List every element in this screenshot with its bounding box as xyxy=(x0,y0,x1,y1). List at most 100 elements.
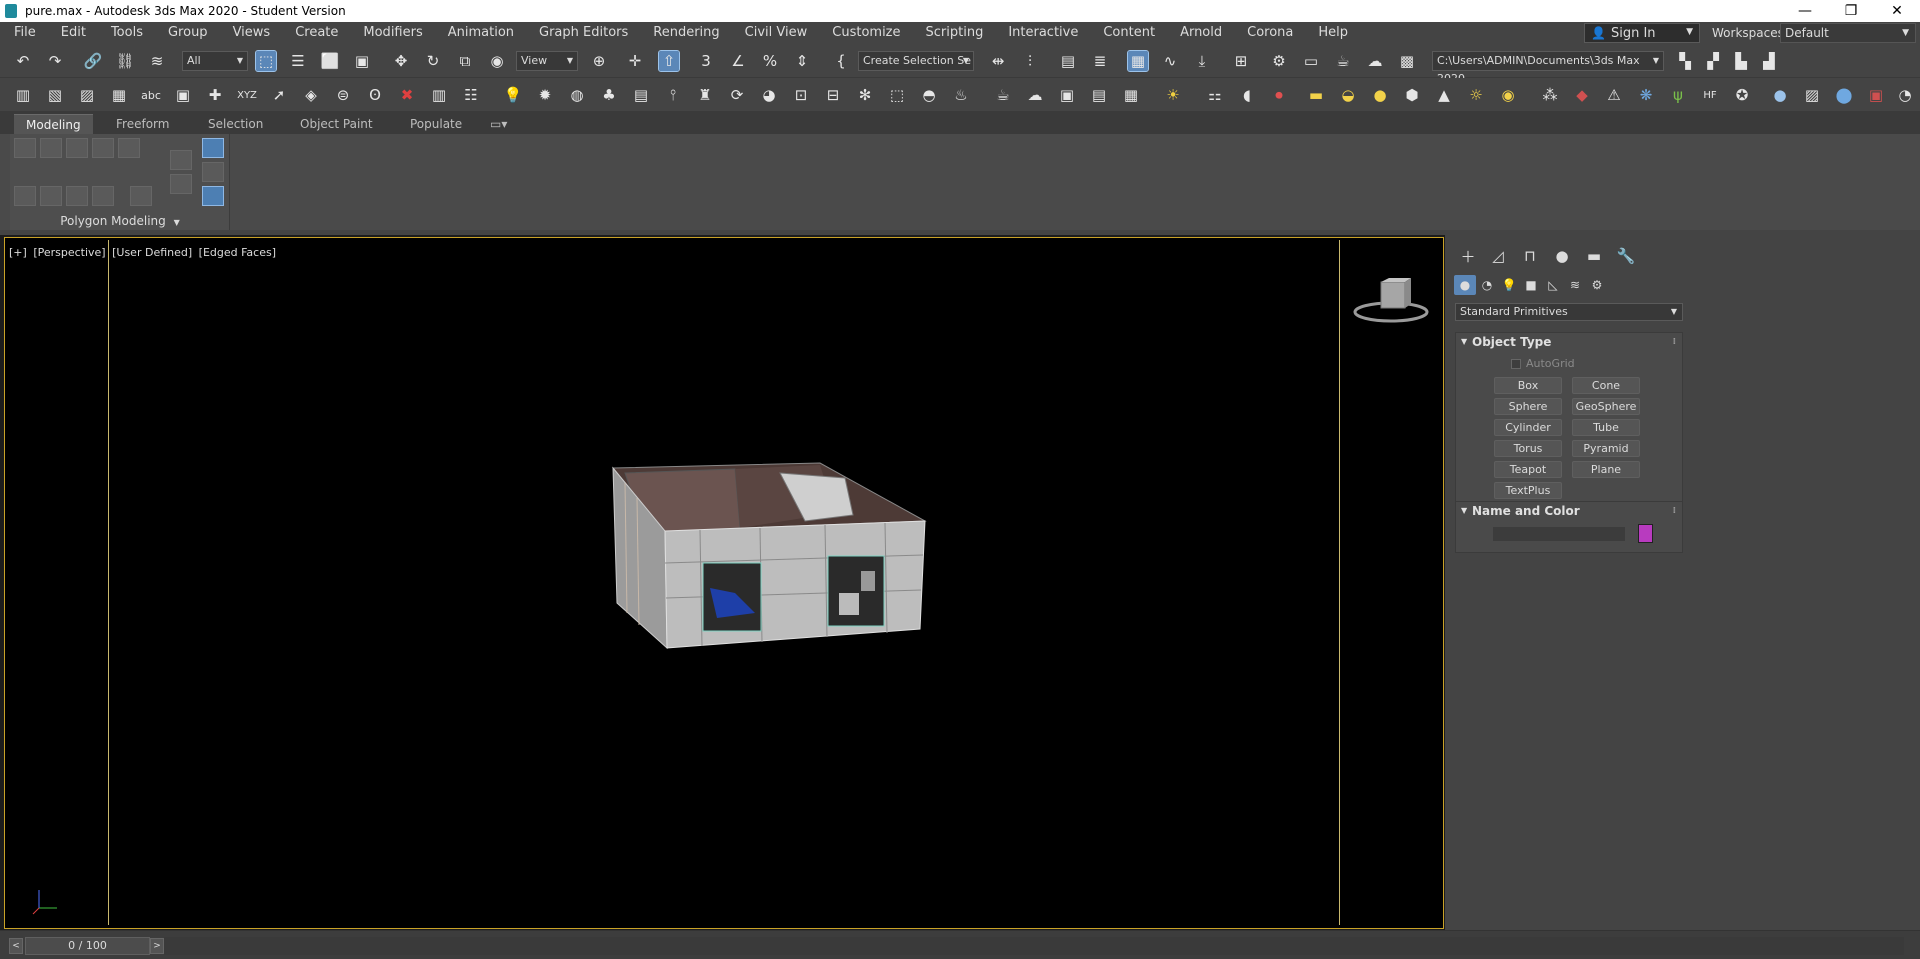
ribbon-toggle[interactable]: ▦ xyxy=(1125,49,1151,73)
ribbon-options-button[interactable]: ▭▾ xyxy=(478,114,519,134)
scale-button[interactable]: ⧉ xyxy=(452,49,478,73)
angle-snap-toggle[interactable]: ∠ xyxy=(725,49,751,73)
schematic-view-button[interactable]: ⤓ xyxy=(1189,49,1215,73)
torus-button[interactable]: Torus xyxy=(1494,440,1562,457)
text-tool-button[interactable]: abc xyxy=(138,83,164,107)
shell-button[interactable]: ✪ xyxy=(1729,83,1755,107)
tool-button-4[interactable]: ▦ xyxy=(106,83,132,107)
scene-explorer-button[interactable]: ▤ xyxy=(1055,49,1081,73)
sun-button[interactable]: ✹ xyxy=(532,83,558,107)
hf-button[interactable]: HF xyxy=(1697,83,1723,107)
volume-button[interactable]: ◆ xyxy=(1569,83,1595,107)
align-button[interactable]: ⫶ xyxy=(1017,49,1043,73)
tool-button-3[interactable]: ▨ xyxy=(74,83,100,107)
skylight-button[interactable]: ◉ xyxy=(1495,83,1521,107)
object-color-swatch[interactable] xyxy=(1638,524,1653,543)
link-button[interactable]: 🔗 xyxy=(80,49,106,73)
rendered-frame-button[interactable]: ▭ xyxy=(1298,49,1324,73)
film-tool-button[interactable]: ⚏ xyxy=(1202,83,1228,107)
tube-button[interactable]: Tube xyxy=(1572,419,1640,436)
systems-category[interactable]: ⚙ xyxy=(1586,275,1608,295)
render-cloud-button[interactable]: ☁ xyxy=(1362,49,1388,73)
tab-modeling[interactable]: Modeling xyxy=(14,114,93,134)
menu-scripting[interactable]: Scripting xyxy=(912,22,995,44)
timeline-track[interactable] xyxy=(164,937,1904,955)
tool-button-15[interactable]: ☷ xyxy=(458,83,484,107)
space-warps-category[interactable]: ≋ xyxy=(1564,275,1586,295)
selection-filter-select[interactable]: All ▼ xyxy=(182,51,248,71)
tool-button-9[interactable]: ➚ xyxy=(266,83,292,107)
record-tool-button[interactable]: ⏺ xyxy=(1266,83,1292,107)
camera-button[interactable]: ◍ xyxy=(564,83,590,107)
lamp-button[interactable]: ♜ xyxy=(692,83,718,107)
viewport-menu-view[interactable]: [Perspective] xyxy=(33,246,105,259)
element-mode-button[interactable] xyxy=(118,138,140,158)
select-by-name-button[interactable]: ☰ xyxy=(285,49,311,73)
move-button[interactable]: ✥ xyxy=(388,49,414,73)
menu-customize[interactable]: Customize xyxy=(818,22,911,44)
curve-editor-button[interactable]: ∿ xyxy=(1157,49,1183,73)
modify-mode-button[interactable] xyxy=(170,150,192,170)
menu-modifiers[interactable]: Modifiers xyxy=(349,22,433,44)
close-button[interactable]: ✕ xyxy=(1874,0,1920,22)
previous-modifier-button[interactable] xyxy=(14,186,36,206)
speaker-tool-button[interactable]: ◖ xyxy=(1234,83,1260,107)
proxy-button[interactable]: ⚠ xyxy=(1601,83,1627,107)
render-setup-button[interactable]: ⚙ xyxy=(1266,49,1292,73)
spinner-snap-toggle[interactable]: ⇕ xyxy=(789,49,815,73)
menu-corona[interactable]: Corona xyxy=(1233,22,1304,44)
menu-file[interactable]: File xyxy=(0,22,47,44)
menu-civil-view[interactable]: Civil View xyxy=(731,22,819,44)
cylinder-button[interactable]: Cylinder xyxy=(1494,419,1562,436)
collapse-stack-button[interactable] xyxy=(92,186,114,206)
edit-named-selection-button[interactable]: { xyxy=(828,49,854,73)
object-name-input[interactable] xyxy=(1492,526,1626,542)
tool-button-2[interactable]: ▧ xyxy=(42,83,68,107)
frame-button[interactable]: ⊡ xyxy=(788,83,814,107)
teapot-tool-button[interactable]: ☕ xyxy=(990,83,1016,107)
viewport-menu-shading[interactable]: [User Defined] xyxy=(112,246,192,259)
eye-button[interactable]: ◓ xyxy=(916,83,942,107)
cone-button[interactable]: Cone xyxy=(1572,377,1640,394)
pyramid-button[interactable]: Pyramid xyxy=(1572,440,1640,457)
tool-button-10[interactable]: ◈ xyxy=(298,83,324,107)
tool-button-6[interactable]: ▣ xyxy=(170,83,196,107)
keyboard-shortcut-toggle[interactable]: ⇧ xyxy=(656,49,682,73)
tree-button[interactable]: ♣ xyxy=(596,83,622,107)
box-button[interactable]: ⬚ xyxy=(884,83,910,107)
cameras-category[interactable]: ■ xyxy=(1520,275,1542,295)
utilities-tab[interactable]: 🔧 xyxy=(1612,245,1640,267)
grass-button[interactable]: ψ xyxy=(1665,83,1691,107)
polygon-mode-button[interactable] xyxy=(92,138,114,158)
tab-freeform[interactable]: Freeform xyxy=(104,114,181,134)
viewport-menu-plus[interactable]: [+] xyxy=(9,246,27,259)
edge-mode-button[interactable] xyxy=(40,138,62,158)
select-manipulate-button[interactable]: ✛ xyxy=(622,49,648,73)
sun-light-button[interactable]: ☼ xyxy=(1463,83,1489,107)
undo-button[interactable]: ↶ xyxy=(10,49,36,73)
render-production-button[interactable]: ☕ xyxy=(1330,49,1356,73)
menu-graph-editors[interactable]: Graph Editors xyxy=(525,22,639,44)
autogrid-checkbox[interactable]: AutoGrid xyxy=(1511,357,1575,370)
menu-edit[interactable]: Edit xyxy=(47,22,97,44)
geometry-category[interactable]: ● xyxy=(1454,275,1476,295)
preserve-uvs-button[interactable] xyxy=(202,162,224,182)
rect-selection-button[interactable]: ⬜ xyxy=(317,49,343,73)
create-tab[interactable]: ＋ xyxy=(1454,245,1482,267)
mirror-button[interactable]: ⇹ xyxy=(985,49,1011,73)
sphere-tool-button[interactable]: ◕ xyxy=(756,83,782,107)
reference-coord-select[interactable]: View ▼ xyxy=(516,51,578,71)
polygon-modeling-dropdown[interactable]: Polygon Modeling ▼ xyxy=(10,214,230,228)
previous-frame-button[interactable]: < xyxy=(9,938,23,954)
shapes-category[interactable]: ◔ xyxy=(1476,275,1498,295)
vfb-button[interactable]: ▣ xyxy=(1863,83,1889,107)
select-object-button[interactable]: ⬚ xyxy=(253,49,279,73)
time-slider[interactable]: 0 / 100 xyxy=(25,937,150,955)
image-mat-button[interactable]: ▨ xyxy=(1799,83,1825,107)
project-button-2[interactable]: ▞ xyxy=(1700,49,1726,73)
light-button[interactable]: 💡 xyxy=(500,83,526,107)
teapot-button[interactable]: Teapot xyxy=(1494,461,1562,478)
scene-building-model[interactable] xyxy=(605,453,1005,703)
object-type-header[interactable]: ▼ Object Type ⁞ xyxy=(1456,333,1682,351)
viewcube[interactable] xyxy=(1351,276,1431,326)
